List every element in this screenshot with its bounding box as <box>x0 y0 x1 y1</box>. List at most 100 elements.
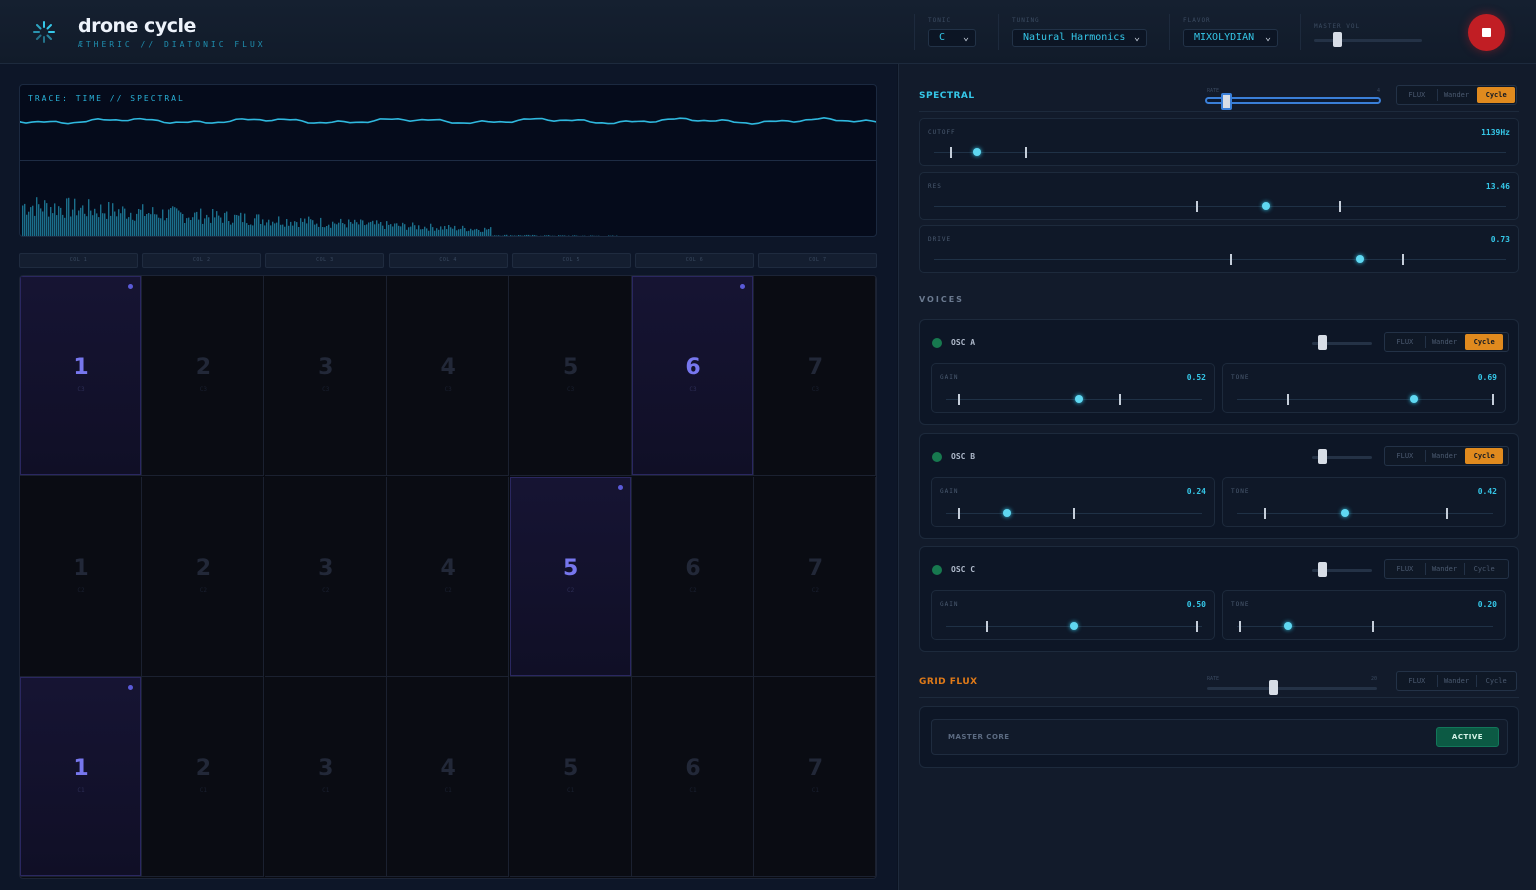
grid-cell[interactable]: 4 C1 <box>387 677 510 877</box>
voice-mode-flux[interactable]: FLUX <box>1385 447 1425 465</box>
grid-cell[interactable]: 3 C1 <box>264 677 387 877</box>
voice-mode-wander[interactable]: Wander <box>1425 447 1465 465</box>
grid-cell[interactable]: 6 C3 <box>632 276 754 476</box>
tone-max-handle[interactable] <box>1371 621 1374 632</box>
grid-cell[interactable]: 5 C3 <box>509 276 632 476</box>
tone-track[interactable] <box>1237 626 1493 627</box>
grid-cell[interactable]: 4 C3 <box>387 276 510 476</box>
tuning-select[interactable]: Natural Harmonics ⌄ <box>1012 29 1147 47</box>
cutoff-track[interactable] <box>934 152 1506 153</box>
spectrum-bar <box>262 219 264 236</box>
gain-position-dot[interactable] <box>1075 395 1084 403</box>
gain-max-handle[interactable] <box>1119 394 1122 405</box>
res-position-dot[interactable] <box>1261 201 1270 210</box>
tone-max-handle[interactable] <box>1445 507 1448 519</box>
grid-cell[interactable]: 3 C2 <box>264 476 387 677</box>
grid-cell[interactable]: 6 C1 <box>632 677 754 877</box>
cutoff-position-dot[interactable] <box>972 148 981 156</box>
gain-position-dot[interactable] <box>1003 508 1012 517</box>
voice-power-led[interactable] <box>932 565 942 575</box>
gain-param: GAIN 0.24 <box>931 476 1215 527</box>
voice-level-knob[interactable] <box>1318 448 1328 464</box>
grid-flux-rate-track[interactable] <box>1207 687 1377 690</box>
flavor-select[interactable]: MIXOLYDIAN ⌄ <box>1183 29 1278 47</box>
tone-min-handle[interactable] <box>1238 621 1241 632</box>
res-max-handle[interactable] <box>1339 200 1342 212</box>
spectrum-bar <box>306 223 308 236</box>
tonic-select[interactable]: C ⌄ <box>928 29 976 47</box>
voice-level-knob[interactable] <box>1318 562 1328 577</box>
spectrum-bar <box>218 215 220 236</box>
spectral-rate-knob[interactable] <box>1220 93 1232 110</box>
tone-position-dot[interactable] <box>1409 395 1418 403</box>
grid-cell[interactable]: 2 C2 <box>142 476 265 677</box>
drive-min-handle[interactable] <box>1230 254 1233 265</box>
gain-position-dot[interactable] <box>1070 622 1078 630</box>
grid-cell[interactable]: 7 C2 <box>754 476 876 677</box>
voice-power-led[interactable] <box>932 451 942 462</box>
grid-flux-mode-flux[interactable]: FLUX <box>1397 672 1437 690</box>
grid-cell[interactable]: 6 C2 <box>632 476 754 677</box>
gain-min-handle[interactable] <box>985 621 988 632</box>
spectrum-bar <box>552 235 554 236</box>
spectrum-bar <box>164 220 166 236</box>
voice-mode-cycle[interactable]: Cycle <box>1465 334 1503 350</box>
cutoff-min-handle[interactable] <box>950 147 953 158</box>
grid-cell[interactable]: 3 C3 <box>264 276 387 476</box>
voice-power-led[interactable] <box>932 338 942 348</box>
drive-max-handle[interactable] <box>1402 254 1405 265</box>
tone-position-dot[interactable] <box>1340 508 1349 517</box>
gain-max-handle[interactable] <box>1073 507 1075 519</box>
res-track[interactable] <box>934 205 1506 207</box>
spectrum-bar <box>36 197 38 236</box>
voice-mode-flux[interactable]: FLUX <box>1385 560 1425 578</box>
gain-min-handle[interactable] <box>957 394 960 405</box>
res-min-handle[interactable] <box>1196 200 1199 212</box>
grid-cell[interactable]: 1 C3 <box>20 276 142 476</box>
voice-mode-wander[interactable]: Wander <box>1425 560 1465 578</box>
spectrum-bar <box>334 223 336 236</box>
master-vol-track[interactable] <box>1314 39 1422 42</box>
spectral-mode-flux[interactable]: FLUX <box>1397 86 1437 104</box>
tone-track[interactable] <box>1237 512 1493 514</box>
grid-cell[interactable]: 5 C2 <box>509 476 632 677</box>
grid-flux-rate-knob[interactable] <box>1268 680 1278 695</box>
grid-flux-mode-cycle[interactable]: Cycle <box>1476 672 1516 690</box>
master-core-active-button[interactable]: ACTIVE <box>1436 727 1499 747</box>
drive-position-dot[interactable] <box>1356 255 1365 263</box>
tone-min-handle[interactable] <box>1264 507 1267 519</box>
gain-max-handle[interactable] <box>1195 621 1198 632</box>
stop-button[interactable] <box>1468 14 1505 51</box>
spectrum-bar <box>302 221 304 236</box>
grid-cell[interactable]: 7 C3 <box>754 276 876 476</box>
grid-cell[interactable]: 1 C2 <box>20 476 142 677</box>
grid-cell[interactable]: 2 C1 <box>142 677 265 877</box>
grid-cell[interactable]: 4 C2 <box>387 476 510 677</box>
spectrum-bar <box>400 226 402 236</box>
spectral-mode-wander[interactable]: Wander <box>1437 86 1477 104</box>
voice-mode-wander[interactable]: Wander <box>1425 333 1465 351</box>
spectrum-bar <box>328 224 330 236</box>
gain-track[interactable] <box>946 399 1202 400</box>
tone-position-dot[interactable] <box>1284 622 1293 630</box>
grid-cell[interactable]: 1 C1 <box>20 677 142 877</box>
master-vol-knob[interactable] <box>1333 32 1343 47</box>
voice-mode-flux[interactable]: FLUX <box>1385 333 1425 351</box>
tone-track[interactable] <box>1237 399 1493 400</box>
grid-cell[interactable]: 5 C1 <box>509 677 632 877</box>
spectrum-bar <box>90 210 92 236</box>
voice-mode-cycle[interactable]: Cycle <box>1465 447 1503 464</box>
tone-max-handle[interactable] <box>1492 394 1494 405</box>
cutoff-max-handle[interactable] <box>1024 147 1027 158</box>
voice-mode-cycle[interactable]: Cycle <box>1464 560 1504 578</box>
grid-flux-mode-wander[interactable]: Wander <box>1437 672 1477 690</box>
spectral-mode-cycle[interactable]: Cycle <box>1477 87 1515 103</box>
voice-level-knob[interactable] <box>1318 335 1328 350</box>
segment-separator <box>1424 449 1426 462</box>
spectrum-bar <box>40 208 42 236</box>
grid-cell[interactable]: 2 C3 <box>142 276 265 476</box>
drive-track[interactable] <box>934 259 1506 260</box>
tone-min-handle[interactable] <box>1287 394 1290 405</box>
grid-cell[interactable]: 7 C1 <box>754 677 876 877</box>
gain-min-handle[interactable] <box>957 507 960 519</box>
